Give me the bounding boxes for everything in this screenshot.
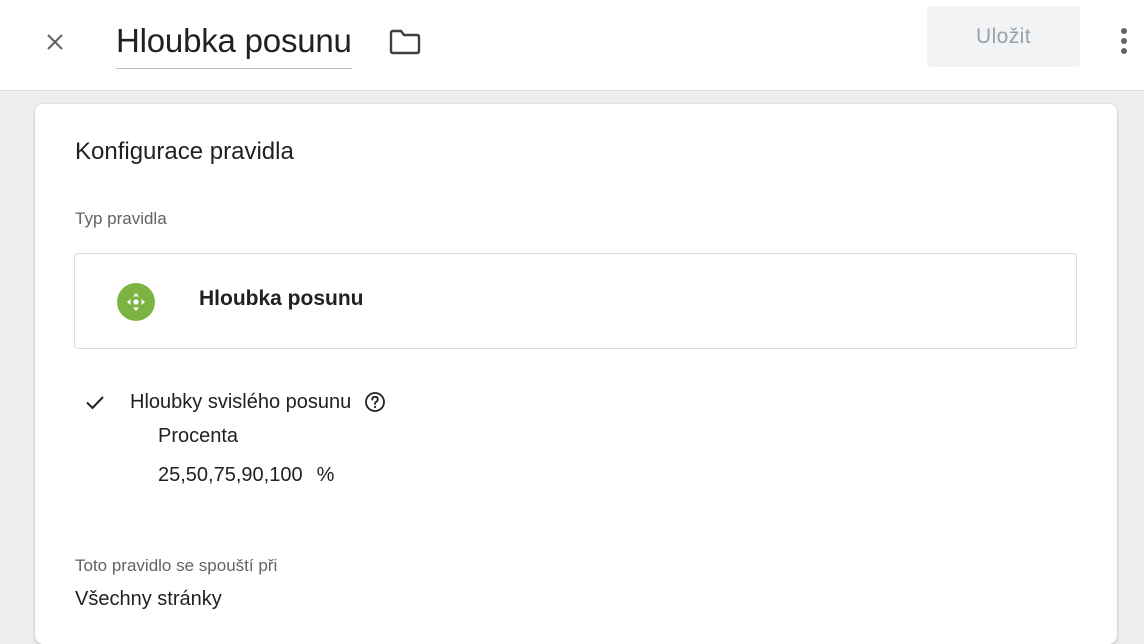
- vertical-scroll-depths-row: Hloubky svislého posunu: [83, 387, 387, 417]
- title-field[interactable]: Hloubka posunu: [116, 14, 352, 69]
- scroll-move-icon: [117, 283, 155, 321]
- depth-values: 25,50,75,90,100: [158, 464, 303, 486]
- folder-button[interactable]: [383, 22, 427, 62]
- rule-type-label: Typ pravidla: [75, 209, 167, 228]
- percent-sign: %: [316, 464, 335, 486]
- check-icon: [83, 390, 107, 414]
- help-icon[interactable]: [363, 390, 387, 414]
- card-title: Konfigurace pravidla: [75, 138, 294, 165]
- more-vert-icon: [1121, 28, 1127, 54]
- close-button[interactable]: [34, 21, 76, 63]
- save-button[interactable]: Uložit: [927, 6, 1080, 67]
- page-title[interactable]: Hloubka posunu: [116, 22, 352, 60]
- header-bar: Hloubka posunu Uložit: [0, 0, 1144, 91]
- rule-configuration-card: Konfigurace pravidla Typ pravidla Hloubk…: [35, 104, 1117, 644]
- close-icon: [47, 34, 63, 50]
- vertical-scroll-depths-label: Hloubky svislého posunu: [130, 390, 352, 413]
- folder-icon: [389, 29, 421, 55]
- depth-values-row: 25,50,75,90,100%: [158, 464, 334, 487]
- rule-type-name: Hloubka posunu: [199, 287, 364, 310]
- depth-units: Procenta: [158, 425, 239, 447]
- trigger-fires-on-label: Toto pravidlo se spouští při: [75, 556, 278, 575]
- trigger-fires-on-value: Všechny stránky: [75, 588, 222, 610]
- more-options-button[interactable]: [1108, 18, 1140, 64]
- rule-type-selector[interactable]: Hloubka posunu: [74, 253, 1077, 349]
